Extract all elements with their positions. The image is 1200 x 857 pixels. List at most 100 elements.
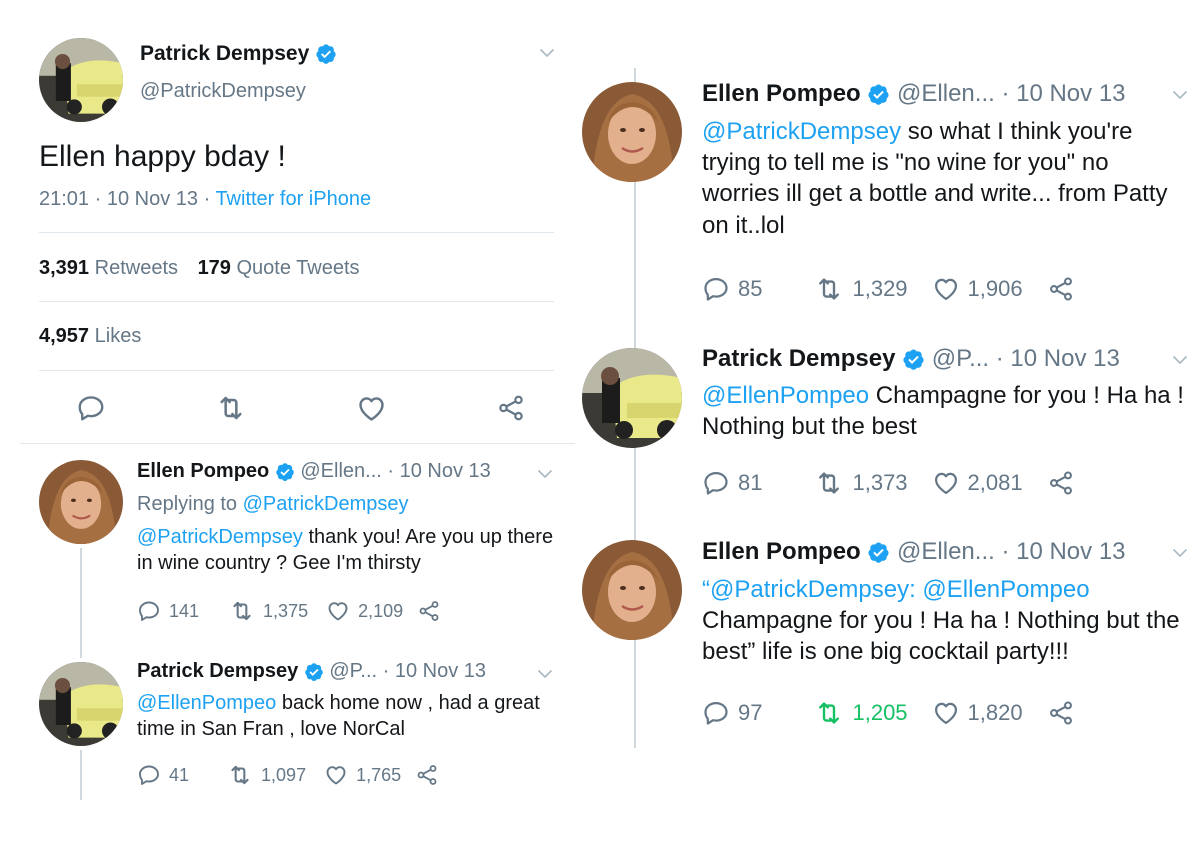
patrick-avatar-image: [582, 348, 682, 448]
retweet-button[interactable]: 1,375: [229, 598, 308, 624]
tweet-text: @EllenPompeo Champagne for you ! Ha ha !…: [702, 380, 1192, 442]
avatar[interactable]: [39, 38, 123, 122]
tweet-date[interactable]: · 10 Nov 13: [996, 345, 1120, 372]
avatar[interactable]: [582, 540, 682, 640]
retweet-button[interactable]: 1,205: [814, 698, 908, 728]
share-button[interactable]: [417, 599, 441, 623]
reply-action-bar: 97 1,205 1,820: [702, 698, 1075, 728]
share-icon: [1047, 469, 1075, 497]
ellen-avatar-image: [582, 82, 682, 182]
share-button[interactable]: [1047, 275, 1075, 303]
reply-icon: [702, 699, 730, 727]
meta-separator: ·: [198, 188, 216, 210]
chevron-down-icon[interactable]: [537, 469, 553, 479]
reply-icon: [702, 275, 730, 303]
author-name[interactable]: Patrick Dempsey: [140, 42, 309, 65]
author-name-line: Patrick Dempsey: [140, 42, 337, 66]
quotes-stat[interactable]: 179 Quote Tweets: [198, 257, 360, 279]
author-handle[interactable]: @Ellen...: [300, 460, 381, 482]
retweet-button[interactable]: [215, 392, 247, 424]
mention-link[interactable]: @PatrickDempsey: [137, 526, 303, 548]
author-handle[interactable]: @P...: [329, 660, 377, 682]
mention-link[interactable]: @PatrickDempsey: @EllenPompeo: [710, 576, 1090, 603]
retweets-stat[interactable]: 3,391 Retweets: [39, 257, 178, 279]
chevron-down-icon[interactable]: [1172, 548, 1188, 558]
author-name[interactable]: Patrick Dempsey: [137, 660, 298, 682]
like-count: 1,765: [356, 764, 402, 785]
retweet-count: 1,375: [263, 600, 309, 621]
mention-link[interactable]: @EllenPompeo: [702, 382, 869, 409]
verified-badge-icon: [902, 348, 925, 371]
likes-stat[interactable]: 4,957 Likes: [39, 325, 141, 348]
verified-badge-icon: [275, 462, 295, 482]
retweet-button[interactable]: 1,329: [814, 274, 908, 304]
tweet-date[interactable]: · 10 Nov 13: [1001, 538, 1125, 565]
avatar[interactable]: [582, 82, 682, 182]
avatar[interactable]: [39, 662, 123, 746]
retweet-button[interactable]: 1,097: [227, 762, 306, 788]
reply-button[interactable]: 81: [702, 469, 762, 497]
like-button[interactable]: 1,820: [932, 699, 1023, 727]
replying-to-link[interactable]: @PatrickDempsey: [243, 493, 409, 515]
chevron-down-icon[interactable]: [1172, 355, 1188, 365]
reply-header: Patrick Dempsey @P... · 10 Nov 13: [137, 660, 486, 683]
tweet-source-link[interactable]: Twitter for iPhone: [215, 188, 371, 210]
engagement-counts: 3,391 Retweets 179 Quote Tweets: [39, 257, 360, 280]
mention-link[interactable]: @EllenPompeo: [137, 692, 276, 714]
reply-button[interactable]: 41: [137, 763, 189, 787]
verified-badge-icon: [867, 541, 890, 564]
heart-icon: [932, 699, 960, 727]
reply-count: 141: [169, 600, 200, 621]
retweet-icon: [814, 698, 844, 728]
like-button[interactable]: 2,081: [932, 469, 1023, 497]
chevron-down-icon[interactable]: [1172, 90, 1188, 100]
reply-count: 41: [169, 764, 190, 785]
meta-separator: ·: [89, 188, 107, 210]
share-button[interactable]: [1047, 469, 1075, 497]
thread-line: [80, 548, 82, 658]
tweet-date[interactable]: · 10 Nov 13: [1001, 80, 1125, 107]
author-handle[interactable]: @P...: [932, 345, 989, 372]
author-name[interactable]: Patrick Dempsey: [702, 345, 895, 372]
avatar[interactable]: [39, 460, 123, 544]
divider: [20, 443, 575, 444]
heart-icon: [932, 469, 960, 497]
chevron-down-icon[interactable]: [539, 48, 555, 58]
reply-header: Patrick Dempsey @P... · 10 Nov 13: [702, 345, 1120, 373]
author-name[interactable]: Ellen Pompeo: [702, 80, 861, 107]
mention-link[interactable]: @PatrickDempsey: [702, 118, 901, 145]
like-button[interactable]: 1,906: [932, 275, 1023, 303]
retweet-button[interactable]: 1,373: [814, 468, 908, 498]
reply-header: Ellen Pompeo @Ellen... · 10 Nov 13: [137, 460, 491, 483]
like-button[interactable]: [356, 393, 387, 424]
tweet-date[interactable]: · 10 Nov 13: [383, 660, 486, 682]
chevron-down-icon[interactable]: [537, 669, 553, 679]
like-button[interactable]: 1,765: [324, 763, 401, 787]
share-button[interactable]: [496, 393, 526, 423]
author-name[interactable]: Ellen Pompeo: [137, 460, 269, 482]
tweet-date[interactable]: · 10 Nov 13: [387, 460, 490, 482]
author-handle[interactable]: @Ellen...: [897, 538, 995, 565]
reply-button[interactable]: 85: [702, 275, 762, 303]
author-handle[interactable]: @Ellen...: [897, 80, 995, 107]
heart-icon: [356, 393, 387, 424]
left-screenshot-panel: Patrick Dempsey @PatrickDempsey Ellen ha…: [20, 20, 575, 800]
author-handle[interactable]: @PatrickDempsey: [140, 80, 306, 103]
share-icon: [415, 763, 439, 787]
verified-badge-icon: [304, 662, 324, 682]
like-button[interactable]: 2,109: [326, 599, 403, 623]
avatar[interactable]: [582, 348, 682, 448]
author-name[interactable]: Ellen Pompeo: [702, 538, 861, 565]
tweet-date[interactable]: 10 Nov 13: [107, 188, 198, 210]
verified-badge-icon: [867, 83, 890, 106]
divider: [39, 232, 554, 233]
tweet-time[interactable]: 21:01: [39, 188, 89, 210]
share-button[interactable]: [415, 763, 439, 787]
share-button[interactable]: [1047, 699, 1075, 727]
divider: [39, 301, 554, 302]
retweet-count: 1,373: [852, 470, 908, 495]
thread-line: [80, 750, 82, 800]
reply-button[interactable]: 141: [137, 599, 199, 623]
reply-button[interactable]: 97: [702, 699, 762, 727]
reply-button[interactable]: [76, 393, 106, 423]
